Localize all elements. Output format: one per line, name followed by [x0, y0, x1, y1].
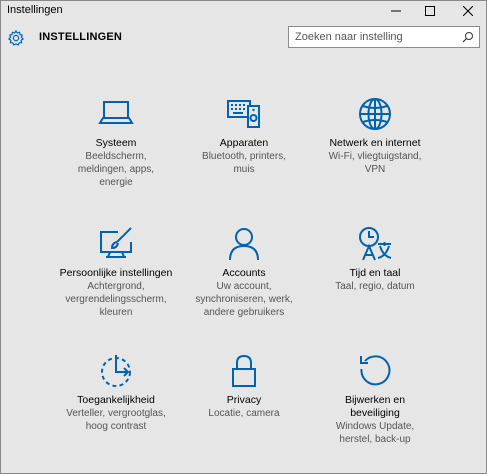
tile-desc-line: muis: [233, 164, 255, 175]
tile-accounts[interactable]: Accounts Uw account, synchroniseren, wer…: [169, 226, 319, 319]
tile-desc-line: energie: [99, 177, 133, 188]
tile-tijd-en-taal[interactable]: Tijd en taal Taal, regio, datum: [300, 226, 450, 293]
tile-name: Privacy: [226, 394, 262, 406]
tile-desc-line: VPN: [364, 164, 386, 175]
tile-name: Tijd en taal: [349, 267, 401, 279]
globe-icon: [359, 98, 391, 130]
settings-grid: Systeem Beeldscherm, meldingen, apps, en…: [1, 1, 486, 473]
tile-desc-line: Taal, regio, datum: [335, 281, 415, 292]
laptop-icon: [98, 101, 134, 124]
devices-icon: [227, 100, 260, 128]
tile-desc-line: Uw account,: [216, 281, 272, 292]
tile-name: Accounts: [222, 267, 266, 279]
tile-bijwerken[interactable]: Bijwerken en beveiliging Windows Update,…: [300, 353, 450, 446]
lock-icon: [232, 354, 256, 387]
time-language-icon: [359, 227, 392, 261]
tile-desc-line: Locatie, camera: [208, 408, 280, 419]
tile-desc-line: Bluetooth, printers,: [202, 151, 286, 162]
tile-netwerk[interactable]: Netwerk en internet Wi-Fi, vliegtuigstan…: [300, 96, 450, 176]
tile-apparaten[interactable]: Apparaten Bluetooth, printers, muis: [169, 96, 319, 176]
tile-name: Netwerk en internet: [329, 137, 421, 149]
settings-window: Instellingen INSTELLINGEN Zoeken naar in…: [0, 0, 487, 474]
tile-desc-line: andere gebruikers: [203, 307, 285, 318]
update-icon: [360, 355, 391, 386]
tile-name: Apparaten: [219, 137, 269, 149]
tile-desc-line: herstel, back-up: [339, 434, 411, 445]
tile-desc-line: Wi-Fi, vliegtuigstand,: [328, 151, 422, 162]
tile-privacy[interactable]: Privacy Locatie, camera: [169, 353, 319, 420]
personalization-icon: [100, 227, 132, 258]
ease-of-access-icon: [101, 355, 131, 387]
tile-name-line2: beveiliging: [350, 407, 400, 419]
tile-desc-line: Windows Update,: [335, 421, 415, 432]
person-icon: [229, 228, 259, 261]
tile-desc-line: hoog contrast: [85, 421, 147, 432]
tile-name: Bijwerken en: [344, 394, 406, 406]
tile-desc-line: synchroniseren, werk,: [195, 294, 293, 305]
